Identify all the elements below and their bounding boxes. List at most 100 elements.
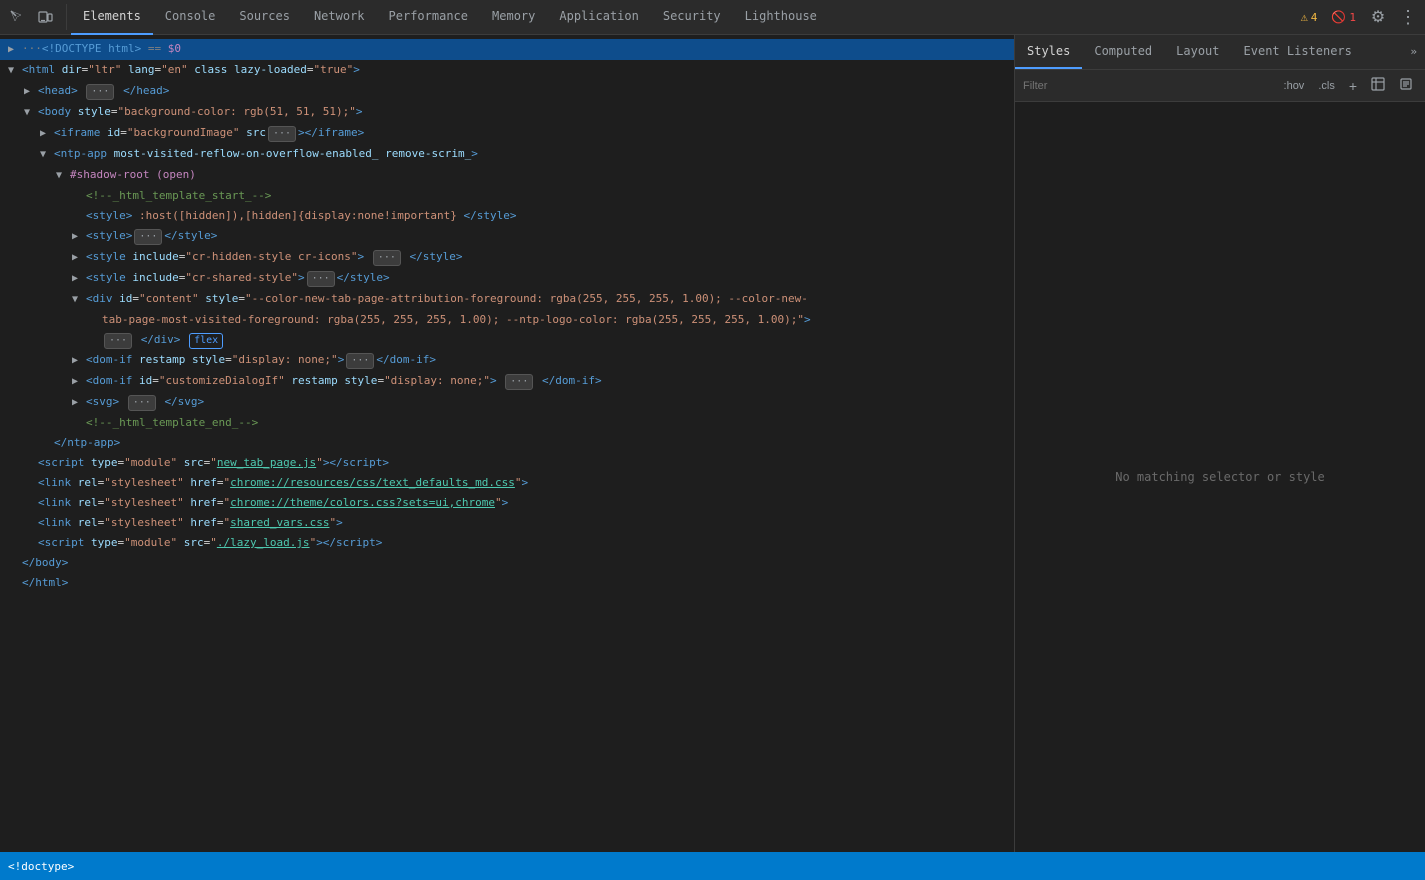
- dom-line[interactable]: ··· </div> flex: [0, 330, 1014, 350]
- dom-line-content: </body>: [22, 554, 68, 572]
- dom-expand-icon[interactable]: ▶: [24, 83, 38, 101]
- dom-line[interactable]: ▶···<!DOCTYPE html> == $0: [0, 39, 1014, 60]
- inspect-styles-icon[interactable]: [1367, 75, 1389, 96]
- dom-line[interactable]: ▶<style include="cr-shared-style">···</s…: [0, 268, 1014, 289]
- tab-network[interactable]: Network: [302, 0, 377, 35]
- dom-line-content: <svg> ··· </svg>: [86, 393, 204, 411]
- dom-line-content: <link rel="stylesheet" href="chrome://re…: [38, 474, 528, 492]
- dom-line-content: <ntp-app most-visited-reflow-on-overflow…: [54, 145, 478, 163]
- more-tabs-icon[interactable]: »: [1402, 34, 1425, 69]
- dom-line-content: <style>···</style>: [86, 227, 217, 245]
- tab-lighthouse[interactable]: Lighthouse: [733, 0, 829, 35]
- dom-expand-icon[interactable]: ▶: [8, 41, 22, 59]
- dom-line[interactable]: </html>: [0, 573, 1014, 593]
- dom-line-content: <!--_html_template_start_-->: [86, 187, 271, 205]
- dom-line-content: <link rel="stylesheet" href="chrome://th…: [38, 494, 508, 512]
- cls-filter-button[interactable]: .cls: [1314, 78, 1339, 94]
- tab-elements[interactable]: Elements: [71, 0, 153, 35]
- dom-line-content: <!--_html_template_end_-->: [86, 414, 258, 432]
- more-options-icon[interactable]: ⋮: [1395, 4, 1421, 30]
- tab-performance[interactable]: Performance: [377, 0, 480, 35]
- dom-expand-icon[interactable]: ▶: [72, 352, 86, 370]
- dom-line[interactable]: ▶<iframe id="backgroundImage" src···></i…: [0, 123, 1014, 144]
- dom-line[interactable]: <script type="module" src="new_tab_page.…: [0, 453, 1014, 473]
- settings-icon[interactable]: ⚙: [1365, 4, 1391, 30]
- dom-line[interactable]: ▼<ntp-app most-visited-reflow-on-overflo…: [0, 144, 1014, 165]
- dom-line[interactable]: <script type="module" src="./lazy_load.j…: [0, 533, 1014, 553]
- dom-line-content: #shadow-root (open): [70, 166, 196, 184]
- dom-line[interactable]: ▶<dom-if id="customizeDialogIf" restamp …: [0, 371, 1014, 392]
- tab-memory[interactable]: Memory: [480, 0, 547, 35]
- dom-line-content: </ntp-app>: [54, 434, 120, 452]
- select-element-icon[interactable]: [4, 4, 30, 30]
- dom-line[interactable]: </ntp-app>: [0, 433, 1014, 453]
- right-panel-tabs: Styles Computed Layout Event Listeners »: [1015, 35, 1425, 70]
- dom-expand-icon[interactable]: ▶: [72, 228, 86, 246]
- nav-tabs: Elements Console Sources Network Perform…: [71, 0, 1288, 35]
- tab-event-listeners[interactable]: Event Listeners: [1232, 34, 1364, 69]
- warning-count: 4: [1311, 11, 1318, 24]
- dom-line[interactable]: ▶<style>···</style>: [0, 226, 1014, 247]
- dom-tree: ▶···<!DOCTYPE html> == $0▼<html dir="ltr…: [0, 39, 1014, 593]
- new-style-rule-icon[interactable]: +: [1345, 76, 1361, 96]
- dom-line[interactable]: ▶<svg> ··· </svg>: [0, 392, 1014, 413]
- dom-line[interactable]: ▼<html dir="ltr" lang="en" class lazy-lo…: [0, 60, 1014, 81]
- dom-line-content: <style include="cr-shared-style">···</st…: [86, 269, 390, 287]
- dom-line[interactable]: <style> :host([hidden]),[hidden]{display…: [0, 206, 1014, 226]
- dom-line-content: <script type="module" src="./lazy_load.j…: [38, 534, 382, 552]
- styles-no-match: No matching selector or style: [1015, 102, 1425, 852]
- dom-line[interactable]: tab-page-most-visited-foreground: rgba(2…: [0, 310, 1014, 330]
- dom-line-content: <link rel="stylesheet" href="shared_vars…: [38, 514, 343, 532]
- dom-line[interactable]: ▼<div id="content" style="--color-new-ta…: [0, 289, 1014, 310]
- dom-expand-icon[interactable]: ▶: [72, 270, 86, 288]
- styles-filter-input[interactable]: [1023, 80, 1274, 92]
- tab-console[interactable]: Console: [153, 0, 228, 35]
- dom-expand-icon[interactable]: ▼: [24, 104, 38, 122]
- dom-line-content: ··· </div> flex: [102, 331, 225, 349]
- toggle-print-mode-icon[interactable]: [1395, 75, 1417, 96]
- tab-application[interactable]: Application: [547, 0, 650, 35]
- warning-icon: ⚠: [1301, 10, 1308, 24]
- error-badge[interactable]: 🚫 1: [1326, 8, 1361, 26]
- tab-security[interactable]: Security: [651, 0, 733, 35]
- dom-expand-icon[interactable]: ▶: [40, 125, 54, 143]
- dom-line[interactable]: ▶<dom-if restamp style="display: none;">…: [0, 350, 1014, 371]
- dom-line[interactable]: <!--_html_template_start_-->: [0, 186, 1014, 206]
- right-panel: Styles Computed Layout Event Listeners »…: [1015, 35, 1425, 852]
- elements-panel: ▶···<!DOCTYPE html> == $0▼<html dir="ltr…: [0, 35, 1015, 852]
- dom-line[interactable]: ▶<head> ··· </head>: [0, 81, 1014, 102]
- toolbar-icons: [4, 4, 67, 30]
- dom-line-content: <script type="module" src="new_tab_page.…: [38, 454, 389, 472]
- dom-line-content: <body style="background-color: rgb(51, 5…: [38, 103, 363, 121]
- dom-expand-icon[interactable]: ▼: [56, 167, 70, 185]
- dom-line[interactable]: <!--_html_template_end_-->: [0, 413, 1014, 433]
- tab-computed[interactable]: Computed: [1082, 34, 1164, 69]
- dom-line[interactable]: ▼<body style="background-color: rgb(51, …: [0, 102, 1014, 123]
- devtools-toolbar: Elements Console Sources Network Perform…: [0, 0, 1425, 35]
- tab-styles[interactable]: Styles: [1015, 34, 1082, 69]
- dom-expand-icon[interactable]: ▼: [72, 291, 86, 309]
- dom-expand-icon[interactable]: ▼: [8, 62, 22, 80]
- dom-line-content: <dom-if restamp style="display: none;">·…: [86, 351, 436, 369]
- hov-filter-button[interactable]: :hov: [1280, 78, 1309, 94]
- dom-line[interactable]: ▶<style include="cr-hidden-style cr-icon…: [0, 247, 1014, 268]
- dom-expand-icon[interactable]: ▶: [72, 394, 86, 412]
- dom-expand-icon[interactable]: ▶: [72, 373, 86, 391]
- dom-line[interactable]: ▼#shadow-root (open): [0, 165, 1014, 186]
- dom-line-content: tab-page-most-visited-foreground: rgba(2…: [102, 311, 811, 329]
- toolbar-right: ⚠ 4 🚫 1 ⚙ ⋮: [1288, 4, 1421, 30]
- dom-line[interactable]: <link rel="stylesheet" href="shared_vars…: [0, 513, 1014, 533]
- dom-line[interactable]: </body>: [0, 553, 1014, 573]
- dom-line-content: <style> :host([hidden]),[hidden]{display…: [86, 207, 516, 225]
- tab-sources[interactable]: Sources: [227, 0, 302, 35]
- dom-line[interactable]: <link rel="stylesheet" href="chrome://re…: [0, 473, 1014, 493]
- dom-line[interactable]: <link rel="stylesheet" href="chrome://th…: [0, 493, 1014, 513]
- status-bar: <!doctype>: [0, 852, 1425, 880]
- dom-expand-icon[interactable]: ▼: [40, 146, 54, 164]
- device-toolbar-icon[interactable]: [32, 4, 58, 30]
- dom-expand-icon[interactable]: ▶: [72, 249, 86, 267]
- dom-line-content: <dom-if id="customizeDialogIf" restamp s…: [86, 372, 602, 390]
- warning-badge[interactable]: ⚠ 4: [1296, 8, 1323, 26]
- dom-line-content: <iframe id="backgroundImage" src···></if…: [54, 124, 364, 142]
- tab-layout[interactable]: Layout: [1164, 34, 1231, 69]
